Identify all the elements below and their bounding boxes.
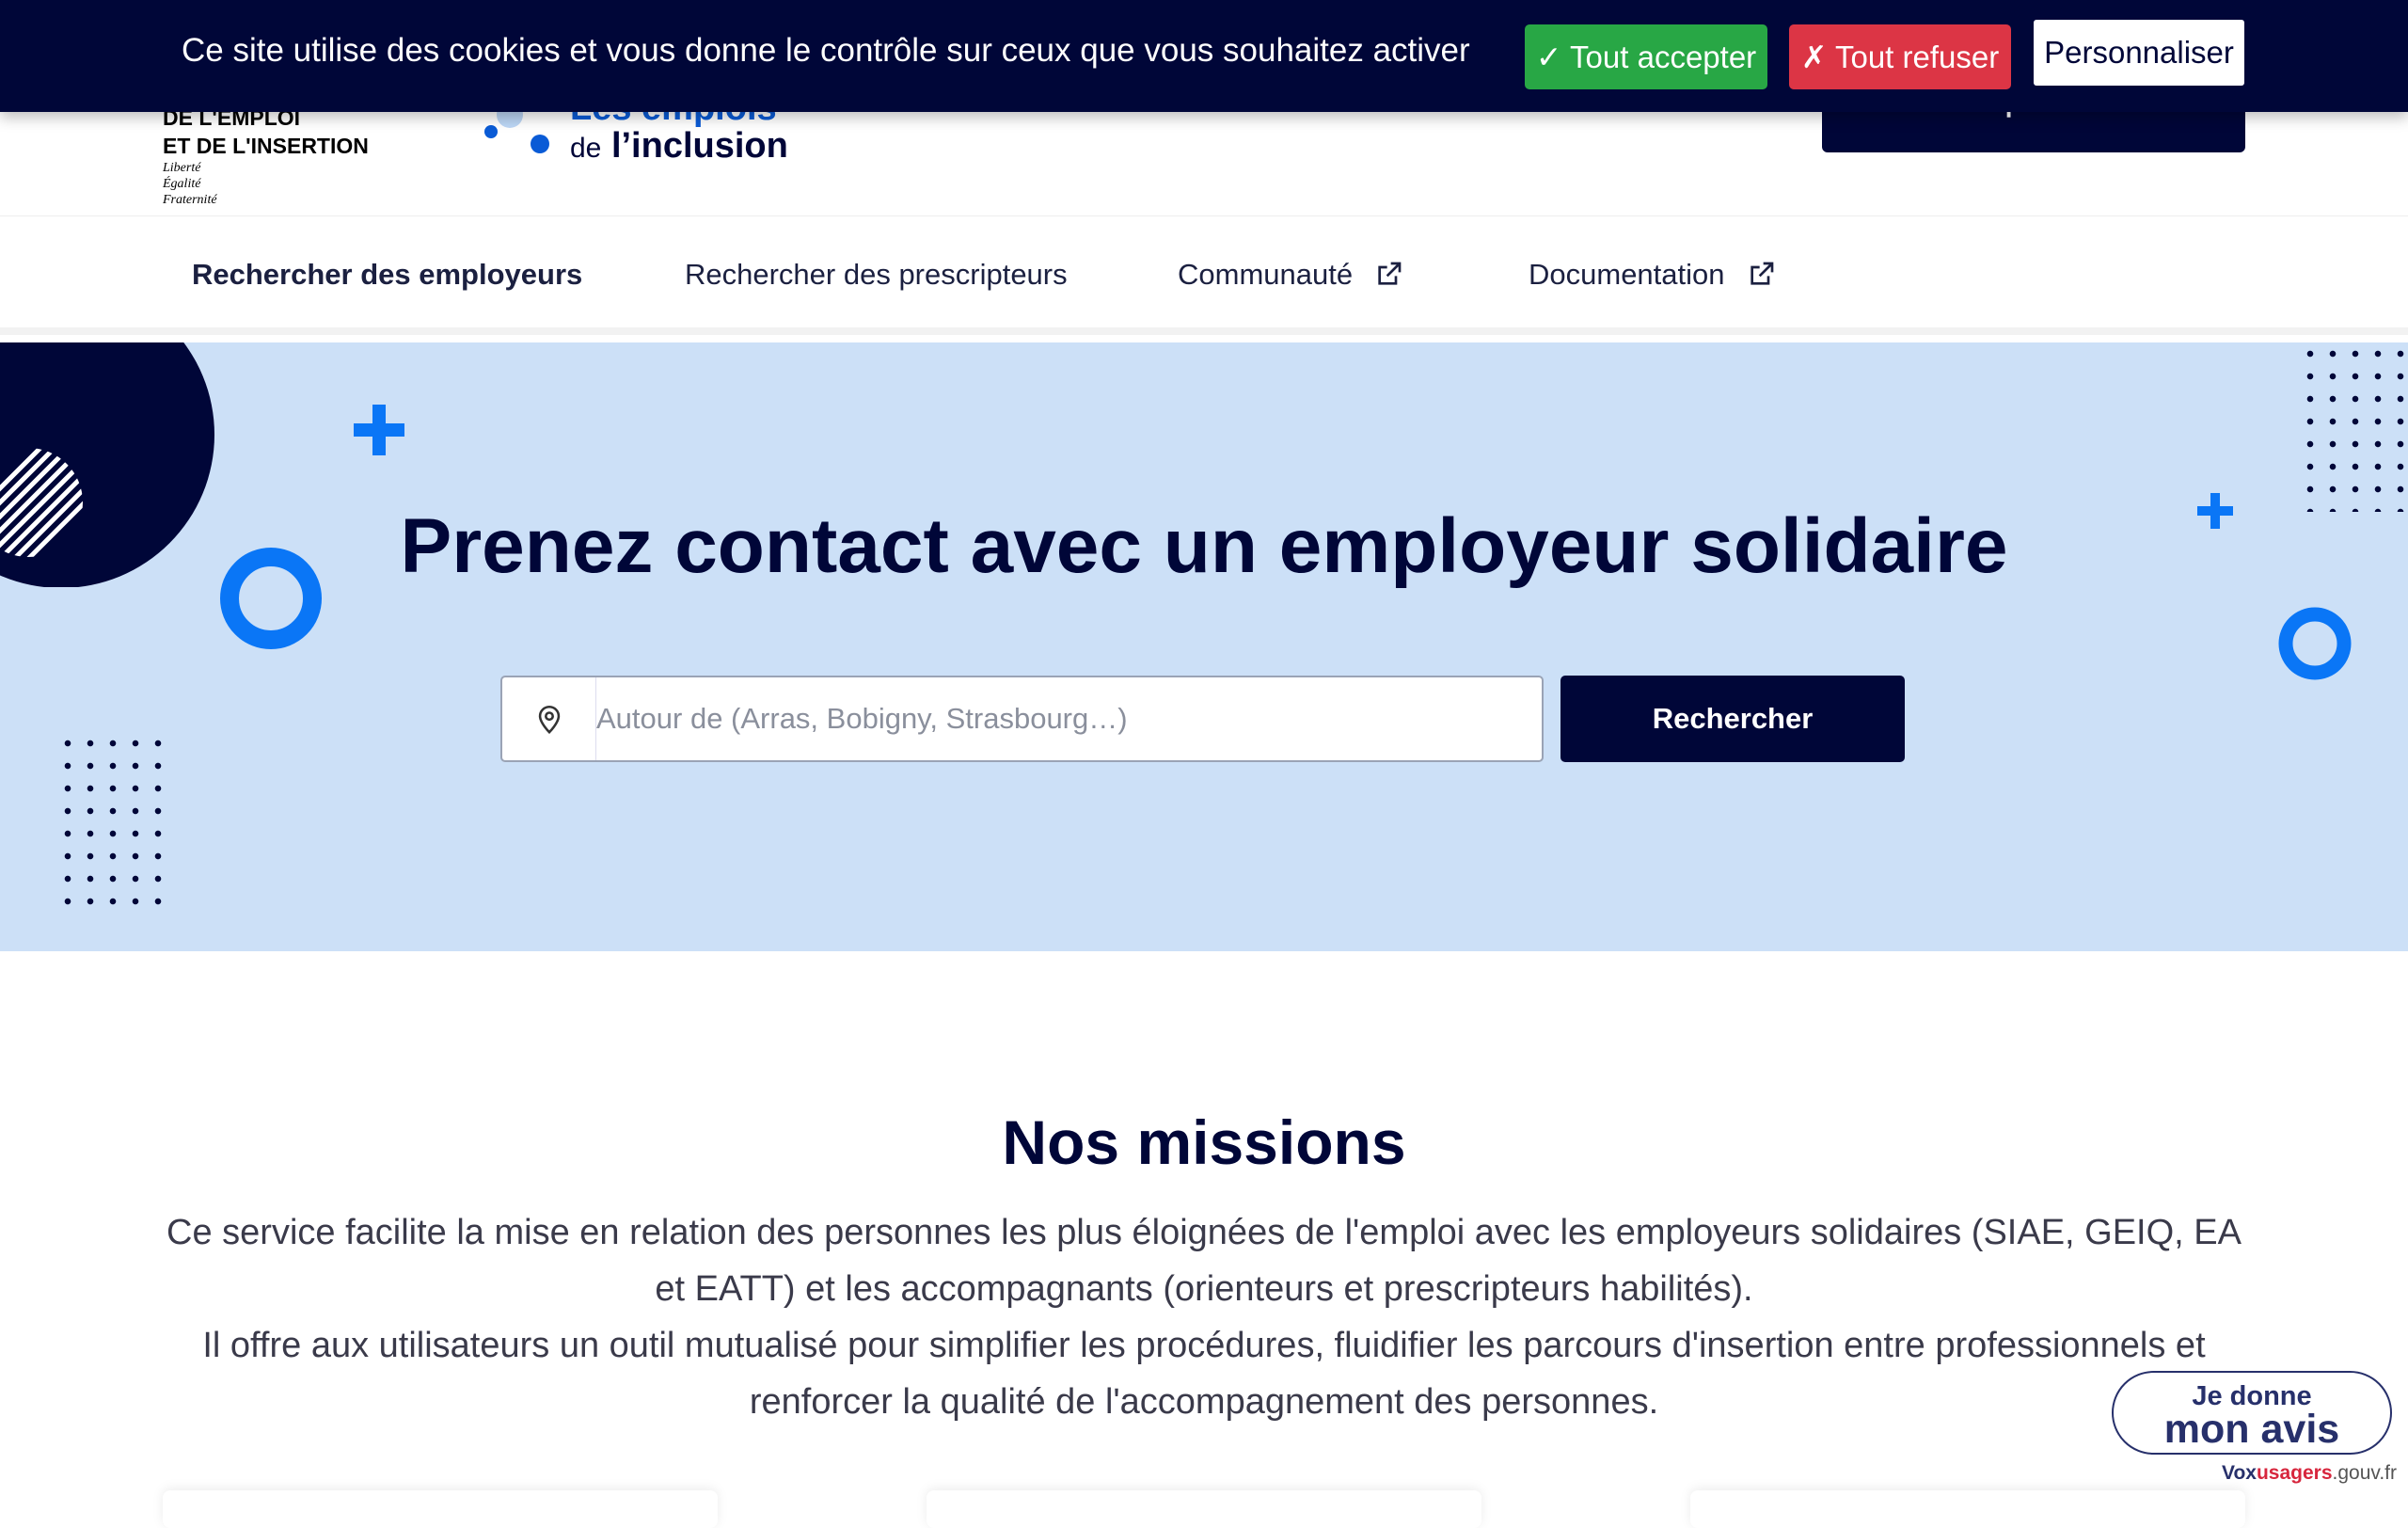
mission-card xyxy=(927,1490,1481,1528)
customize-cookies-button[interactable]: Personnaliser xyxy=(2034,20,2244,86)
decorative-dots xyxy=(2299,342,2408,512)
missions-paragraph-2: Il offre aux utilisateurs un outil mutua… xyxy=(202,1326,2206,1422)
cookie-message: Ce site utilise des cookies et vous donn… xyxy=(182,32,1470,69)
decorative-dots xyxy=(56,732,169,913)
nav-search-prescribers[interactable]: Rechercher des prescripteurs xyxy=(685,258,1068,292)
republique-francaise-logo[interactable]: DE L'EMPLOI ET DE L'INSERTION Liberté Ég… xyxy=(163,103,369,208)
refuse-all-cookies-button[interactable]: ✗ Tout refuser xyxy=(1789,24,2011,89)
location-search-input[interactable] xyxy=(596,677,1528,760)
hero-title: Prenez contact avec un employeur solidai… xyxy=(400,503,2008,589)
nav-search-employers[interactable]: Rechercher des employeurs xyxy=(192,258,582,292)
voxusagers-link[interactable]: Voxusagers.gouv.fr xyxy=(2222,1462,2397,1485)
accept-all-cookies-button[interactable]: ✓ Tout accepter xyxy=(1525,24,1767,89)
mission-card xyxy=(1690,1490,2245,1528)
cookie-banner: Ce site utilise des cookies et vous donn… xyxy=(0,0,2408,112)
external-link-icon xyxy=(1378,262,1402,285)
location-search-field[interactable] xyxy=(500,676,1544,762)
missions-paragraph-1: Ce service facilite la mise en relation … xyxy=(166,1213,2242,1309)
nav-community[interactable]: Communauté xyxy=(1178,258,1403,292)
hero-section: Prenez contact avec un employeur solidai… xyxy=(0,342,2408,951)
external-link-icon xyxy=(1750,262,1773,285)
location-pin-icon xyxy=(502,677,596,760)
feedback-button[interactable]: Je donne mon avis xyxy=(2112,1371,2392,1455)
decorative-ring-icon xyxy=(2278,607,2352,680)
main-nav: Rechercher des employeurs Rechercher des… xyxy=(0,215,2408,335)
search-button[interactable]: Rechercher xyxy=(1560,676,1905,762)
mission-card xyxy=(163,1490,718,1528)
nav-documentation[interactable]: Documentation xyxy=(1529,258,1776,292)
decorative-plus-icon xyxy=(354,405,404,455)
missions-title: Nos missions xyxy=(1002,1107,1406,1177)
